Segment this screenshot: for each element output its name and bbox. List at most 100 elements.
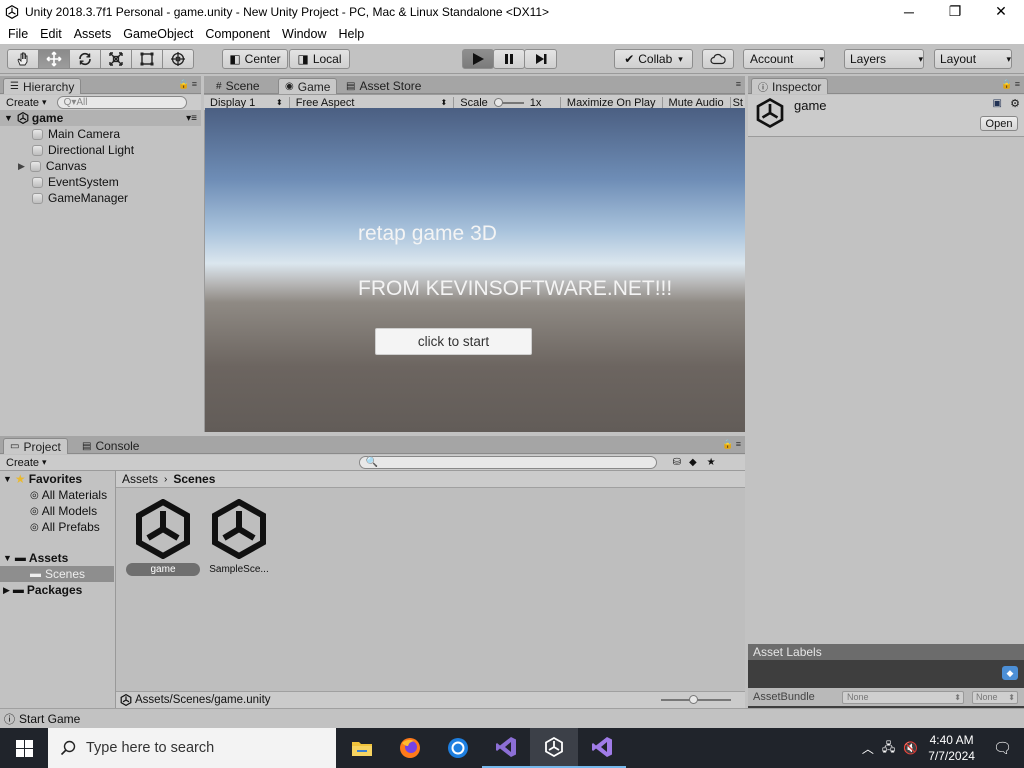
settings-gear-icon[interactable]: ⚙ [1010, 97, 1020, 110]
tab-asset-store-label: Asset Store [359, 79, 422, 93]
tab-game[interactable]: ◉ Game [278, 78, 338, 94]
favorite-item[interactable]: ◎ All Models [0, 503, 114, 519]
play-button[interactable] [462, 49, 494, 69]
start-button[interactable] [0, 728, 48, 768]
unity-taskbar-button[interactable] [530, 728, 578, 768]
open-button[interactable]: Open [980, 116, 1018, 131]
notifications-icon[interactable]: 🗨 [993, 739, 1012, 757]
packages-row[interactable]: ▶ ▬ Packages [0, 582, 114, 598]
favorite-star-icon[interactable]: ★ [707, 457, 716, 468]
hierarchy-item[interactable]: EventSystem [0, 174, 201, 190]
expand-arrow-icon[interactable]: ▼ [3, 474, 12, 484]
rect-tool-button[interactable] [131, 49, 163, 69]
asset-bundle-dropdown[interactable]: None ⬍ [842, 690, 964, 704]
account-dropdown[interactable]: Account [743, 49, 825, 69]
volume-muted-icon[interactable]: 🔇 [903, 741, 918, 755]
project-search-input[interactable]: 🔍 [358, 456, 657, 469]
expand-arrow-icon[interactable]: ▼ [3, 553, 12, 563]
hierarchy-item[interactable]: ▶ Canvas [0, 158, 201, 174]
taskbar-search-box[interactable]: Type here to search [48, 728, 336, 768]
pivot-local-button[interactable]: ◨ Local [289, 49, 350, 69]
close-button[interactable]: ✕ [978, 0, 1024, 23]
tab-inspector[interactable]: ⓘ Inspector [751, 78, 829, 94]
game-viewport[interactable]: retap game 3D FROM KEVINSOFTWARE.NET!!! … [205, 108, 745, 432]
hierarchy-search-input[interactable]: Q▾All [56, 96, 187, 109]
menu-edit[interactable]: Edit [34, 27, 68, 41]
chrome-button[interactable] [434, 728, 482, 768]
menu-window[interactable]: Window [276, 27, 332, 41]
slider-thumb[interactable] [689, 695, 698, 704]
filter-type-icon[interactable]: ⛁ [673, 457, 681, 468]
scale-thumb[interactable] [493, 97, 503, 107]
cloud-button[interactable] [702, 49, 734, 69]
pivot-center-button[interactable]: ◧ Center [222, 49, 288, 69]
layers-dropdown[interactable]: Layers [844, 49, 924, 69]
display-dropdown[interactable]: Display 1 ⬍ [204, 96, 290, 109]
click-to-start-button[interactable]: click to start [375, 328, 532, 355]
asset-tile[interactable]: SampleSce... [204, 499, 274, 583]
tab-hierarchy[interactable]: ☰ Hierarchy [3, 78, 82, 94]
hierarchy-create-dropdown[interactable]: Create [0, 97, 53, 109]
layout-dropdown[interactable]: Layout [934, 49, 1012, 69]
lock-icon[interactable]: 🔒 ≡ [1001, 79, 1020, 90]
lock-icon[interactable]: 🔒 ≡ [722, 439, 741, 450]
tab-scene[interactable]: # Scene [210, 78, 266, 94]
collab-dropdown[interactable]: ✔ Collab [614, 49, 693, 69]
visual-studio-button[interactable] [482, 728, 530, 768]
aspect-dropdown[interactable]: Free Aspect ⬍ [290, 96, 455, 109]
menu-file[interactable]: File [2, 27, 34, 41]
rotate-tool-button[interactable] [69, 49, 101, 69]
label-tag-icon[interactable]: ◆ [1002, 666, 1018, 680]
pause-button[interactable] [493, 49, 525, 69]
asset-variant-dropdown[interactable]: None ⬍ [972, 690, 1018, 704]
network-icon[interactable]: 🖧 [882, 738, 895, 759]
breadcrumb-assets[interactable]: Assets [122, 472, 158, 486]
scene-menu-icon[interactable]: ▾≡ [186, 113, 197, 124]
file-explorer-button[interactable] [338, 728, 386, 768]
tab-project[interactable]: ▭ Project [3, 438, 68, 454]
asset-labels-header: Asset Labels [748, 644, 1024, 660]
favorite-item[interactable]: ◎ All Materials [0, 487, 114, 503]
mute-audio-toggle[interactable]: Mute Audio [663, 96, 731, 109]
hierarchy-item[interactable]: Directional Light [0, 142, 201, 158]
visual-studio-2-button[interactable] [578, 728, 626, 768]
hierarchy-item[interactable]: Main Camera [0, 126, 201, 142]
scale-track[interactable] [493, 97, 524, 107]
minimize-button[interactable]: ─ [886, 0, 932, 23]
expand-arrow-icon[interactable]: ▼ [4, 113, 13, 123]
hierarchy-item[interactable]: GameManager [0, 190, 201, 206]
tab-asset-store[interactable]: ▤ Asset Store [340, 78, 427, 94]
scene-root-row[interactable]: ▼ game ▾≡ [0, 110, 201, 126]
favorite-item[interactable]: ◎ All Prefabs [0, 519, 114, 535]
expand-arrow-icon[interactable]: ▶ [18, 161, 25, 172]
asset-tile[interactable]: game [126, 499, 200, 583]
clock[interactable]: 4:40 AM 7/7/2024 [928, 732, 975, 764]
transform-tool-button[interactable] [162, 49, 194, 69]
menu-component[interactable]: Component [199, 27, 276, 41]
hand-tool-button[interactable] [7, 49, 39, 69]
scale-slider[interactable]: Scale 1x [454, 96, 561, 109]
assets-row[interactable]: ▼ ▬ Assets [0, 550, 114, 566]
icon-size-slider[interactable] [661, 695, 731, 704]
favorites-row[interactable]: ▼ ★ Favorites [0, 471, 114, 487]
expand-arrow-icon[interactable]: ▶ [3, 585, 10, 596]
maximize-on-play-toggle[interactable]: Maximize On Play [561, 96, 663, 109]
panel-menu-icon[interactable]: ≡ [736, 79, 741, 89]
menu-assets[interactable]: Assets [68, 27, 118, 41]
firefox-button[interactable] [386, 728, 434, 768]
tab-console[interactable]: ▤ Console [76, 438, 145, 454]
lock-icon[interactable]: 🔒 ≡ [178, 79, 197, 90]
chevron-up-icon[interactable]: ︿ [862, 740, 874, 757]
restore-button[interactable]: ❐ [932, 0, 978, 23]
filter-label-icon[interactable]: ◆ [689, 457, 697, 468]
step-button[interactable] [524, 49, 557, 69]
book-icon[interactable]: ▣ [993, 98, 1002, 109]
breadcrumb-scenes[interactable]: Scenes [173, 472, 215, 486]
menu-help[interactable]: Help [332, 27, 370, 41]
folder-item-scenes[interactable]: ▬ Scenes [0, 566, 114, 582]
menu-gameobject[interactable]: GameObject [117, 27, 199, 41]
move-tool-button[interactable] [38, 49, 70, 69]
scale-tool-button[interactable] [100, 49, 132, 69]
project-create-dropdown[interactable]: Create [0, 457, 53, 469]
stats-toggle[interactable]: St [731, 97, 745, 109]
